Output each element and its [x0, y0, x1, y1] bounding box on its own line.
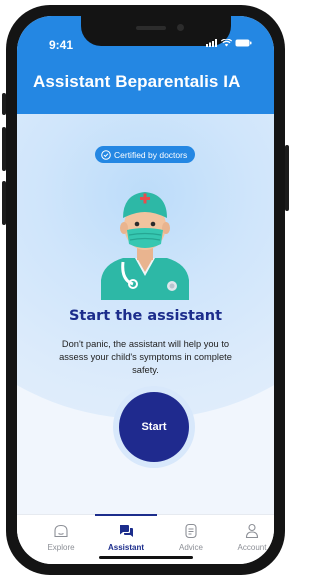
tab-advice[interactable]: Advice — [161, 515, 221, 557]
app-header: 9:41 Assistant Beparentalis IA — [17, 16, 274, 114]
tab-account-label: Account — [237, 543, 267, 552]
home-indicator — [99, 556, 193, 559]
chat-icon — [120, 525, 133, 537]
screen: 9:41 Assistant Beparentalis IA Certified… — [17, 16, 274, 564]
tab-explore-label: Explore — [47, 543, 75, 552]
doctor-avatar — [101, 192, 189, 300]
volume-down-button — [2, 181, 6, 225]
page-title: Assistant Beparentalis IA — [33, 72, 241, 91]
check-circle-icon — [101, 149, 111, 160]
speaker — [136, 26, 166, 30]
home-icon — [54, 524, 68, 538]
document-icon — [185, 523, 197, 539]
status-icons — [206, 39, 252, 47]
status-time: 9:41 — [49, 38, 74, 52]
mute-switch — [2, 93, 6, 115]
power-button — [285, 145, 289, 211]
tab-assistant-label: Assistant — [107, 543, 144, 552]
tab-assistant[interactable]: Assistant — [96, 515, 156, 557]
wifi-icon — [221, 39, 232, 47]
volume-up-button — [2, 127, 6, 171]
certified-badge-label: Certified by doctors — [114, 149, 188, 160]
certified-badge: Certified by doctors — [95, 146, 196, 163]
assistant-heading: Start the assistant — [68, 308, 223, 324]
battery-icon — [235, 39, 252, 47]
start-button[interactable]: Start — [119, 392, 189, 462]
tab-advice-label: Advice — [178, 543, 203, 552]
tab-account[interactable]: Account — [222, 515, 274, 557]
phone-frame: 9:41 Assistant Beparentalis IA Certified… — [2, 5, 289, 575]
signal-icon — [206, 39, 217, 47]
assistant-description: Don't panic, the assistant will help you… — [59, 339, 232, 375]
camera — [177, 24, 184, 31]
assistant-content: Certified by doctors Start the assistant… — [17, 114, 274, 514]
user-icon — [245, 523, 259, 539]
tab-explore[interactable]: Explore — [31, 515, 91, 557]
